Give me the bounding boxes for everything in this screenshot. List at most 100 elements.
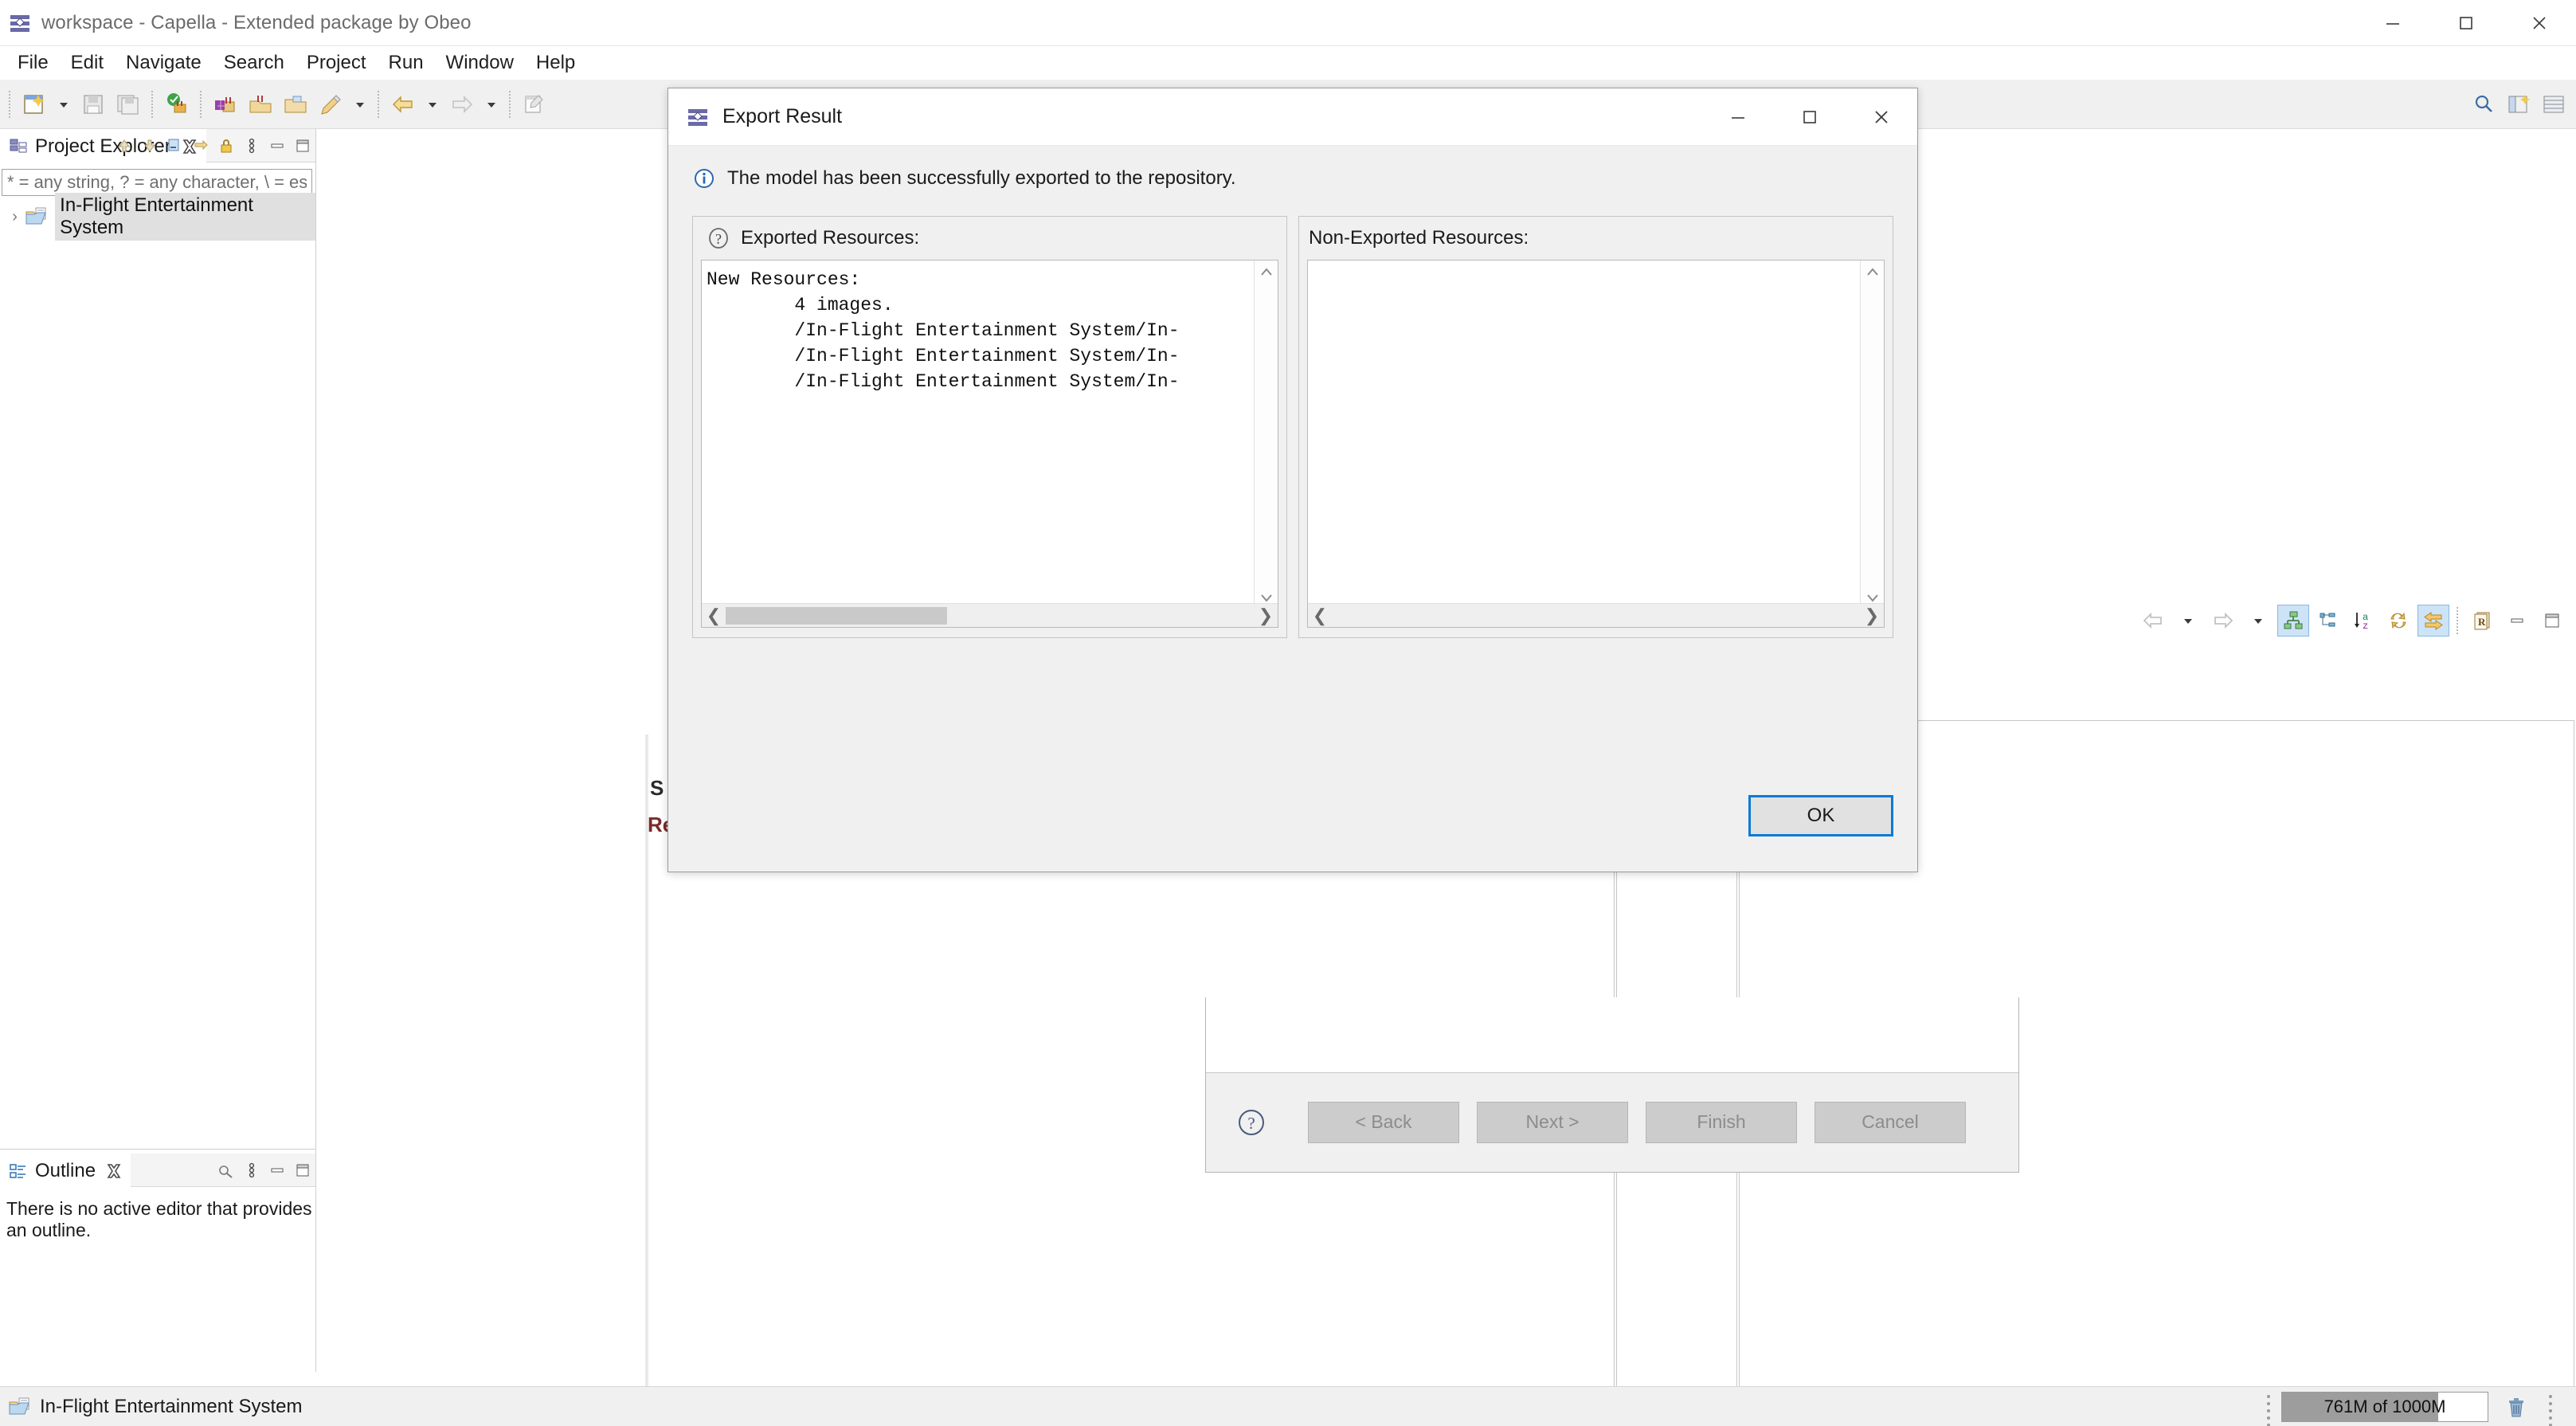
heap-grip-left bbox=[2267, 1395, 2272, 1426]
scroll-left-icon[interactable]: ❮ bbox=[702, 605, 726, 626]
menu-edit[interactable]: Edit bbox=[60, 49, 115, 77]
close-icon[interactable] bbox=[2503, 0, 2576, 46]
wizard-dialog-footer: ? < Back Next > Finish Cancel bbox=[1205, 997, 2019, 1173]
back-icon[interactable] bbox=[2137, 605, 2169, 637]
pencil-dropdown-icon[interactable] bbox=[348, 84, 372, 124]
toolbar-separator bbox=[200, 90, 202, 118]
vertical-scrollbar[interactable] bbox=[1254, 261, 1278, 609]
project-explorer-icon bbox=[8, 136, 29, 157]
scroll-left-icon[interactable]: ❮ bbox=[1308, 605, 1332, 626]
open-model-icon[interactable] bbox=[243, 84, 278, 124]
search-input[interactable]: * = any string, ? = any character, \ = e… bbox=[2, 169, 312, 196]
menu-window[interactable]: Window bbox=[435, 49, 525, 77]
pencil-icon[interactable] bbox=[313, 84, 348, 124]
menu-navigate[interactable]: Navigate bbox=[115, 49, 213, 77]
maximize-view-icon[interactable] bbox=[290, 133, 315, 159]
perspective-icon[interactable] bbox=[2501, 84, 2536, 124]
exported-resources-listbox[interactable]: New Resources: 4 images. /In-Flight Ente… bbox=[701, 260, 1278, 628]
maximize-view-icon[interactable] bbox=[2536, 605, 2568, 637]
status-bar: In-Flight Entertainment System 761M of 1… bbox=[0, 1386, 2576, 1426]
lock-icon[interactable] bbox=[213, 133, 239, 159]
heap-status-indicator[interactable]: 761M of 1000M bbox=[2281, 1392, 2488, 1422]
tree-item-label: In-Flight Entertainment System bbox=[55, 193, 319, 241]
view-menu-icon[interactable] bbox=[239, 133, 264, 159]
trash-icon[interactable] bbox=[2503, 1393, 2530, 1420]
sort-az-icon[interactable]: a z bbox=[2347, 605, 2379, 637]
toolbar-separator bbox=[378, 90, 380, 118]
menu-run[interactable]: Run bbox=[378, 49, 435, 77]
back-icon[interactable] bbox=[386, 84, 421, 124]
maximize-icon[interactable] bbox=[2429, 0, 2503, 46]
non-exported-resources-header: Non-Exported Resources: bbox=[1299, 217, 1893, 260]
close-view-icon[interactable] bbox=[105, 1162, 123, 1180]
back-dropdown-icon[interactable] bbox=[421, 84, 444, 124]
left-panel-column: Project Explorer * = any string, ? = any… bbox=[0, 129, 319, 1426]
chevron-right-icon[interactable]: › bbox=[5, 208, 25, 226]
back-dropdown-icon[interactable] bbox=[2172, 605, 2204, 637]
scroll-right-icon[interactable]: ❯ bbox=[1254, 605, 1278, 626]
dialog-titlebar: Export Result bbox=[668, 88, 1917, 146]
forward-icon[interactable] bbox=[2207, 605, 2239, 637]
ok-button[interactable]: OK bbox=[1748, 795, 1893, 836]
scroll-up-icon[interactable] bbox=[1255, 261, 1278, 284]
scroll-right-icon[interactable]: ❯ bbox=[1860, 605, 1884, 626]
forward-dropdown-icon[interactable] bbox=[480, 84, 503, 124]
vertical-scrollbar[interactable] bbox=[1860, 261, 1884, 609]
dialog-title: Export Result bbox=[722, 105, 843, 127]
minimize-icon[interactable] bbox=[2356, 0, 2429, 46]
close-icon[interactable] bbox=[1846, 88, 1917, 146]
search-icon[interactable] bbox=[2466, 84, 2501, 124]
svg-text:z: z bbox=[2363, 621, 2368, 632]
scroll-up-icon[interactable] bbox=[1861, 261, 1884, 284]
tree-item-in-flight-entertainment-system[interactable]: › In-Flight Entertainment System bbox=[0, 193, 319, 241]
outline-sort-icon[interactable] bbox=[213, 1158, 239, 1183]
menu-file[interactable]: File bbox=[6, 49, 60, 77]
menu-project[interactable]: Project bbox=[296, 49, 378, 77]
new-dropdown-icon[interactable] bbox=[52, 84, 76, 124]
export-result-dialog: Export Result The model has been success… bbox=[667, 88, 1918, 872]
next-button: Next > bbox=[1477, 1101, 1628, 1143]
maximize-view-icon[interactable] bbox=[290, 1158, 315, 1183]
view-menu-icon[interactable] bbox=[239, 1158, 264, 1183]
dialog-message-row: The model has been successfully exported… bbox=[668, 146, 1917, 205]
scrollbar-track[interactable] bbox=[726, 606, 1254, 625]
outline-view: Outline There is no active editor that p… bbox=[0, 1154, 319, 1426]
show-references-icon[interactable] bbox=[2417, 605, 2449, 637]
tab-outline[interactable]: Outline bbox=[0, 1154, 131, 1187]
new-wizard-icon[interactable] bbox=[17, 84, 52, 124]
diagram-icon[interactable] bbox=[2277, 605, 2309, 637]
question-icon[interactable]: ? bbox=[706, 225, 731, 251]
horizontal-scrollbar[interactable]: ❮ ❯ bbox=[702, 603, 1278, 627]
non-exported-resources-label: Non-Exported Resources: bbox=[1309, 227, 1529, 249]
semantic-browser-icon[interactable] bbox=[208, 84, 243, 124]
validate-icon[interactable] bbox=[159, 84, 194, 124]
link-editor-icon[interactable] bbox=[162, 133, 188, 159]
horizontal-scrollbar[interactable]: ❮ ❯ bbox=[1308, 603, 1884, 627]
menu-search[interactable]: Search bbox=[213, 49, 296, 77]
refresh-icon[interactable] bbox=[2382, 605, 2414, 637]
help-icon[interactable]: ? bbox=[1235, 1106, 1268, 1139]
minimize-view-icon[interactable] bbox=[2501, 605, 2533, 637]
finish-button: Finish bbox=[1646, 1101, 1797, 1143]
expand-down-icon[interactable] bbox=[137, 133, 162, 159]
window-controls bbox=[2356, 0, 2576, 46]
forward-dropdown-icon[interactable] bbox=[2242, 605, 2274, 637]
open-folder-icon[interactable] bbox=[278, 84, 313, 124]
minimize-icon[interactable] bbox=[1702, 88, 1774, 146]
collapse-up-icon[interactable] bbox=[112, 133, 137, 159]
scrollbar-thumb[interactable] bbox=[726, 606, 948, 625]
perspective-switch-icon[interactable] bbox=[2536, 84, 2571, 124]
maximize-icon[interactable] bbox=[1774, 88, 1846, 146]
sync-icon[interactable] bbox=[188, 133, 213, 159]
scrollbar-track[interactable] bbox=[1332, 607, 1860, 625]
minimize-view-icon[interactable] bbox=[264, 133, 290, 159]
non-exported-resources-listbox[interactable]: ❮ ❯ bbox=[1307, 260, 1885, 628]
project-explorer-tab-row: Project Explorer bbox=[0, 129, 319, 163]
exported-resources-text: New Resources: 4 images. /In-Flight Ente… bbox=[707, 269, 1180, 392]
svg-text:R: R bbox=[2478, 616, 2486, 628]
minimize-view-icon[interactable] bbox=[264, 1158, 290, 1183]
menu-help[interactable]: Help bbox=[525, 49, 586, 77]
wizard-button-row: ? < Back Next > Finish Cancel bbox=[1206, 1073, 2018, 1171]
tree-icon[interactable] bbox=[2312, 605, 2344, 637]
report-icon[interactable]: R bbox=[2466, 605, 2498, 637]
